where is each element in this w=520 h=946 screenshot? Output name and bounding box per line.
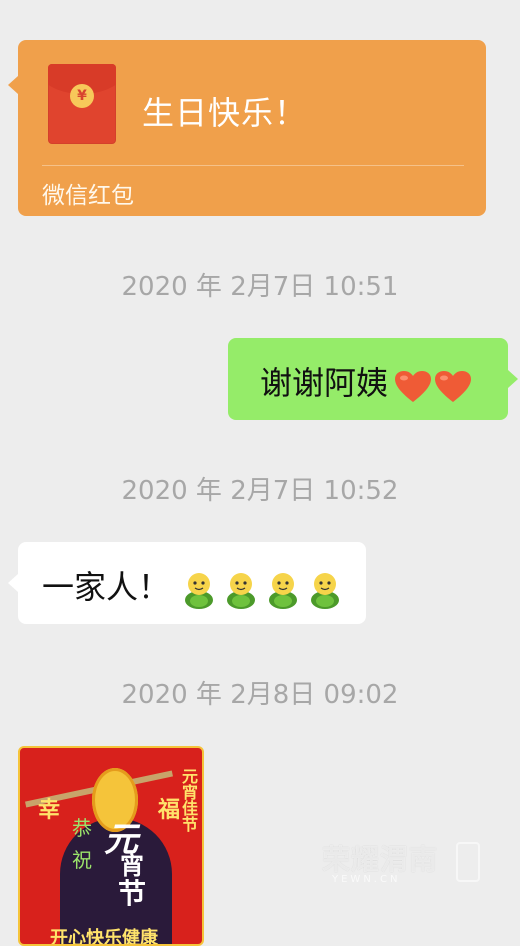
red-packet-title: 生日快乐！ [142, 94, 308, 132]
red-packet-label: 微信红包 [42, 183, 134, 209]
timestamp: 2020 年 2月7日 10:52 [121, 476, 399, 506]
sticker-text: 恭 [72, 816, 92, 840]
timestamp: 2020 年 2月7日 10:51 [121, 272, 399, 302]
red-envelope-icon: ¥ [48, 64, 116, 144]
watermark-logo: 荣耀渭南 YEWN.CN [322, 838, 482, 888]
lantern-festival-sticker[interactable]: 幸 福 恭 祝 元 宵 节 元宵佳节 开心快乐健康 [18, 746, 204, 946]
heart-icon [395, 371, 432, 402]
baby-emoji-icon [311, 572, 340, 609]
sticker-text: 幸 [38, 797, 61, 823]
sticker-text: 节 [118, 877, 147, 910]
red-packet-card[interactable]: ¥ 生日快乐！ 微信红包 [8, 40, 486, 216]
sticker-side-text: 元宵佳节 [179, 768, 198, 832]
message-text: 谢谢阿姨 [260, 364, 389, 402]
message-text: 一家人！ [42, 568, 171, 606]
heart-icon [435, 371, 472, 402]
incoming-message-bubble[interactable]: 一家人！ [8, 542, 366, 624]
baby-emoji-icon [185, 572, 214, 609]
sticker-bottom-text: 开心快乐健康 [50, 928, 158, 946]
watermark-name: 荣耀渭南 [322, 843, 439, 876]
divider [42, 165, 464, 166]
outgoing-message-bubble[interactable]: 谢谢阿姨 [228, 338, 518, 420]
baby-emoji-icon [227, 572, 256, 609]
coin-icon: ¥ [70, 84, 94, 108]
watermark-url: YEWN.CN [332, 874, 401, 885]
timestamp: 2020 年 2月8日 09:02 [121, 680, 399, 710]
phone-icon [456, 842, 480, 882]
sticker-text: 祝 [72, 848, 92, 872]
baby-emoji-icon [269, 572, 298, 609]
